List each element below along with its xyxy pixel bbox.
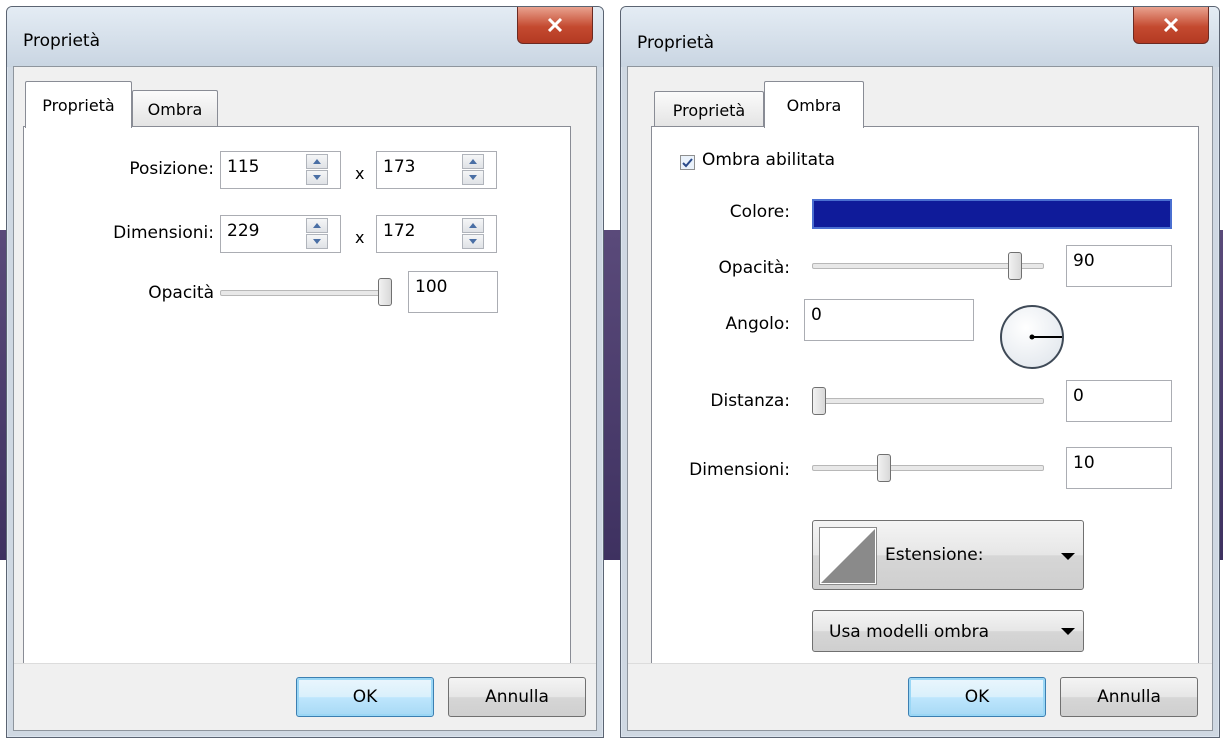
dialog-footer: OK Annulla (628, 663, 1212, 730)
dropdown-arrow-icon (1061, 628, 1075, 635)
distance-slider-thumb[interactable] (812, 387, 826, 415)
ok-label: OK (352, 687, 378, 707)
size-slider-thumb[interactable] (877, 454, 892, 482)
close-button[interactable] (1133, 7, 1209, 44)
opacity-value: 100 (415, 277, 448, 297)
tab-label: Proprietà (42, 95, 115, 115)
position-x-stepper[interactable] (306, 154, 328, 186)
spin-down-icon[interactable] (306, 170, 328, 185)
angle-indicator-icon (1029, 334, 1062, 340)
opacity-slider-thumb[interactable] (378, 278, 392, 306)
position-separator: x (355, 164, 365, 183)
color-label: Colore: (729, 202, 790, 222)
extension-preview-icon (819, 527, 877, 585)
dialog-footer: OK Annulla (14, 663, 596, 730)
dialog-client: Proprietà Ombra Ombra abilitata Colore: … (627, 66, 1213, 731)
angle-value: 0 (811, 305, 822, 325)
tab-shadow[interactable]: Ombra (764, 81, 864, 128)
distance-field[interactable]: 0 (1066, 380, 1172, 422)
shadow-enabled-label: Ombra abilitata (702, 150, 836, 170)
position-label: Posizione: (129, 159, 214, 179)
distance-label: Distanza: (710, 391, 790, 411)
spin-down-icon[interactable] (462, 234, 484, 249)
spin-down-icon[interactable] (306, 234, 328, 249)
dimensions-label: Dimensioni: (113, 223, 214, 243)
close-icon (1163, 18, 1179, 32)
close-icon (547, 18, 563, 32)
angle-dial[interactable] (1000, 305, 1064, 369)
tab-shadow[interactable]: Ombra (132, 90, 218, 127)
tab-properties[interactable]: Proprietà (654, 91, 764, 128)
ok-label: OK (964, 687, 990, 707)
extension-label: Estensione: (885, 545, 984, 565)
ok-button[interactable]: OK (908, 677, 1046, 717)
dropdown-arrow-icon (1061, 553, 1075, 560)
opacity-value: 90 (1073, 251, 1095, 271)
width-stepper[interactable] (306, 218, 328, 250)
tab-properties[interactable]: Proprietà (25, 81, 132, 128)
cancel-label: Annulla (1097, 687, 1161, 707)
spin-up-icon[interactable] (462, 218, 484, 233)
angle-field[interactable]: 0 (804, 299, 974, 341)
shadow-enabled-checkbox[interactable] (680, 155, 695, 170)
spin-down-icon[interactable] (462, 170, 484, 185)
title-bar: Proprietà (621, 7, 1219, 67)
size-slider-track[interactable] (812, 465, 1044, 471)
window-title: Proprietà (23, 31, 101, 51)
width-value: 229 (227, 221, 260, 241)
checkmark-icon (682, 157, 693, 167)
angle-label: Angolo: (725, 314, 790, 334)
opacity-slider-thumb[interactable] (1008, 252, 1023, 280)
distance-value: 0 (1073, 386, 1084, 406)
height-stepper[interactable] (462, 218, 484, 250)
window-title: Proprietà (637, 33, 715, 53)
close-button[interactable] (517, 7, 593, 44)
opacity-slider-track[interactable] (220, 290, 392, 296)
tab-label: Ombra (786, 95, 842, 115)
title-bar: Proprietà (7, 7, 603, 67)
opacity-field[interactable]: 90 (1066, 245, 1172, 287)
cancel-button[interactable]: Annulla (448, 677, 586, 717)
size-label: Dimensioni: (689, 460, 790, 480)
size-field[interactable]: 10 (1066, 447, 1172, 489)
shadow-color-swatch[interactable] (812, 199, 1172, 229)
dimensions-separator: x (355, 228, 365, 247)
tab-page-shadow: Ombra abilitata Colore: Opacità: 90 Ango… (651, 126, 1199, 666)
tab-page-properties: Posizione: 115 x 173 Dimensioni: 229 x 1… (23, 126, 571, 666)
spin-up-icon[interactable] (306, 154, 328, 169)
opacity-label: Opacità (148, 283, 214, 303)
tab-label: Ombra (147, 99, 203, 119)
properties-dialog-right: Proprietà Proprietà Ombra Ombra abilitat… (620, 6, 1220, 738)
position-x-value: 115 (227, 157, 260, 177)
shadow-models-dropdown[interactable]: Usa modelli ombra (812, 610, 1084, 652)
cancel-button[interactable]: Annulla (1060, 677, 1198, 717)
size-value: 10 (1073, 453, 1095, 473)
position-y-value: 173 (383, 157, 416, 177)
opacity-label: Opacità: (718, 258, 790, 278)
tab-label: Proprietà (672, 100, 746, 120)
distance-slider-track[interactable] (812, 398, 1044, 404)
height-value: 172 (383, 221, 416, 241)
opacity-field[interactable]: 100 (408, 271, 498, 313)
position-y-stepper[interactable] (462, 154, 484, 186)
extension-dropdown[interactable]: Estensione: (812, 520, 1084, 590)
spin-up-icon[interactable] (462, 154, 484, 169)
dialog-client: Proprietà Ombra Posizione: 115 x 173 Dim… (13, 66, 597, 731)
cancel-label: Annulla (485, 687, 549, 707)
ok-button[interactable]: OK (296, 677, 434, 717)
shadow-models-label: Usa modelli ombra (829, 622, 990, 642)
spin-up-icon[interactable] (306, 218, 328, 233)
properties-dialog-left: Proprietà Proprietà Ombra Posizione: 115… (6, 6, 604, 738)
